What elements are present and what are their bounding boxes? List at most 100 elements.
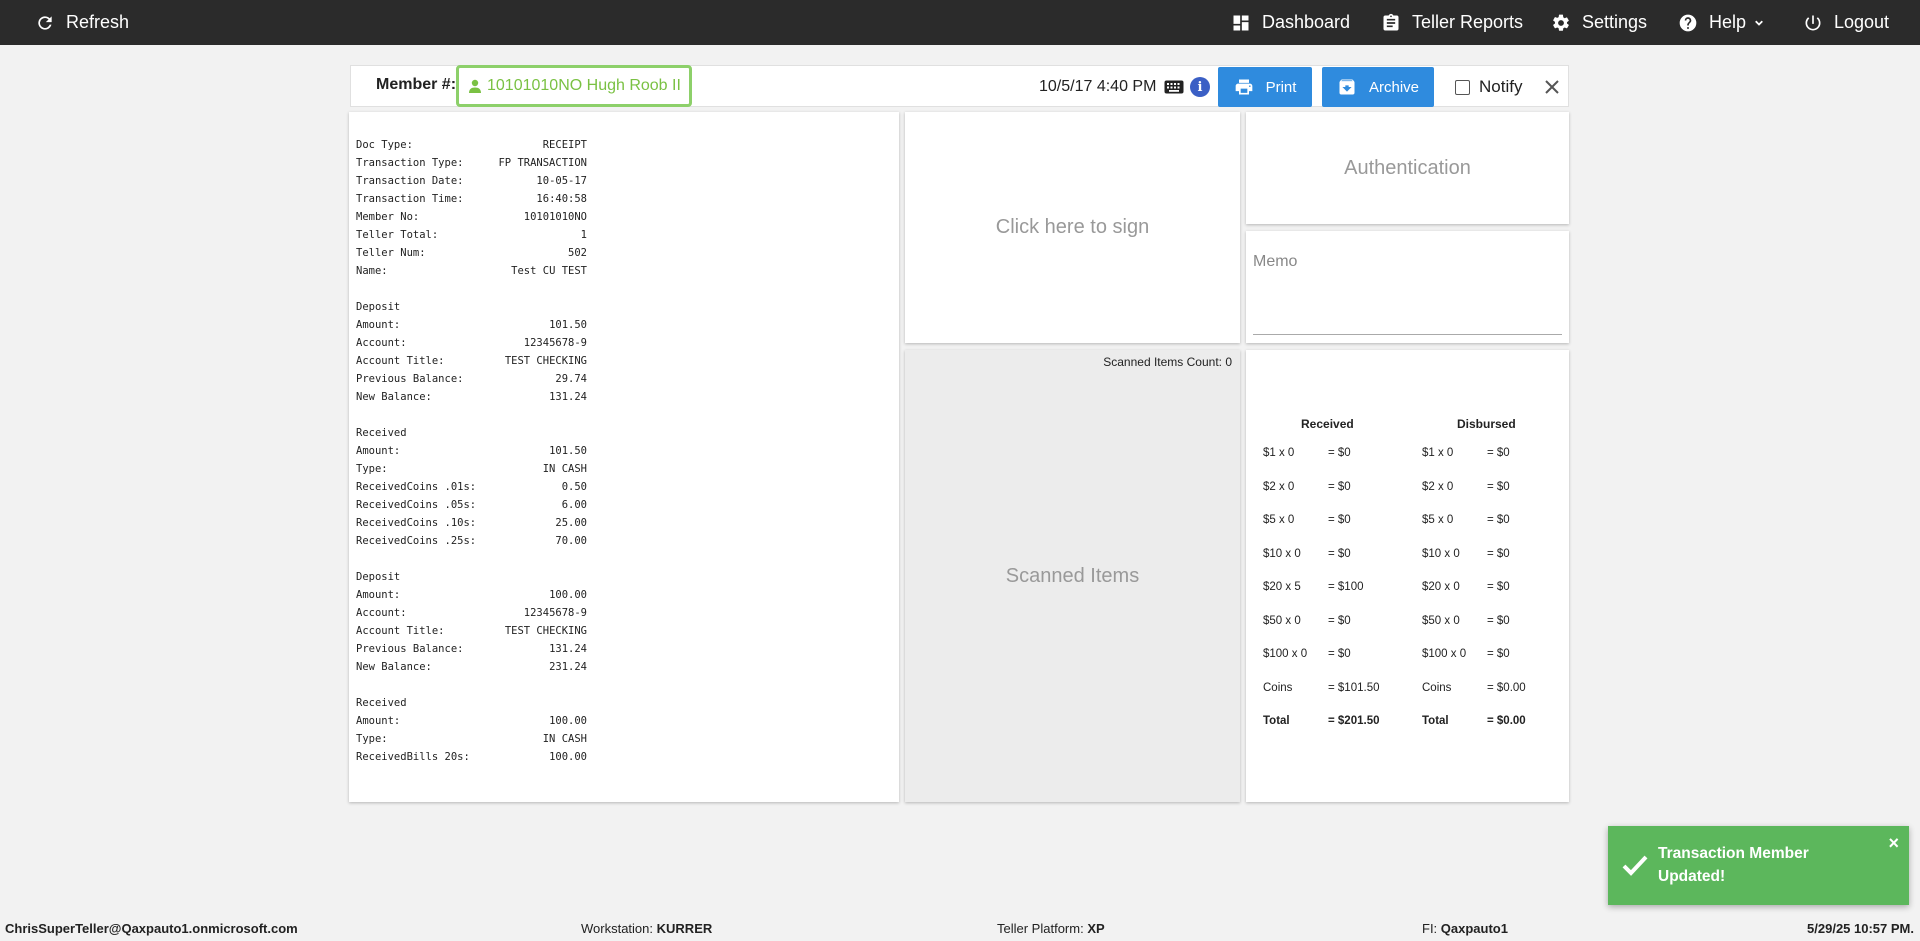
refresh-button[interactable]: Refresh xyxy=(34,0,129,45)
toast-message: Transaction Member Updated! xyxy=(1658,845,1809,885)
receipt-line: Amount: 101.50 xyxy=(356,442,587,460)
disbursed-header: Disbursed xyxy=(1457,417,1516,431)
cash-cell-r-total: = $0 xyxy=(1328,480,1351,493)
receipt-line-value: 29.74 xyxy=(555,373,587,385)
top-nav: Refresh Dashboard Teller Reports Setting… xyxy=(0,0,1920,45)
receipt-line: ReceivedCoins .05s: 6.00 xyxy=(356,496,587,514)
dashboard-link[interactable]: Dashboard xyxy=(1230,0,1350,45)
member-label: Member #: xyxy=(376,76,457,93)
memo-field[interactable]: Memo xyxy=(1246,231,1569,343)
receipt-line-value: 1 xyxy=(580,229,587,241)
receipt-line: Received xyxy=(356,424,587,442)
receipt-line-value: 25.00 xyxy=(555,517,587,529)
cash-cell-d-denom: $20 x 0 xyxy=(1422,581,1460,593)
dashboard-label: Dashboard xyxy=(1262,12,1351,32)
receipt-line-label: Received xyxy=(356,697,407,709)
receipt-line: Previous Balance: 29.74 xyxy=(356,370,587,388)
receipt-line: Account Title: TEST CHECKING xyxy=(356,622,587,640)
receipt-line-label: Name: xyxy=(356,265,388,277)
dashboard-icon xyxy=(1230,12,1252,34)
receipt-line-value: 100.00 xyxy=(549,751,587,763)
cash-cell-d-denom: $100 x 0 xyxy=(1422,648,1467,660)
teller-reports-label: Teller Reports xyxy=(1412,12,1524,32)
cash-cell-d-denom: $2 x 0 xyxy=(1422,480,1454,493)
status-fi: FI: Qaxpauto1 xyxy=(1422,921,1508,936)
receipt-line-label: Teller Total: xyxy=(356,229,439,241)
receipt-line-label: Previous Balance: xyxy=(356,373,464,385)
settings-link[interactable]: Settings xyxy=(1550,0,1647,45)
signature-prompt: Click here to sign xyxy=(995,216,1150,238)
question-icon xyxy=(1677,12,1699,34)
receipt-line-label: Deposit xyxy=(356,301,401,313)
close-icon[interactable] xyxy=(1542,77,1562,97)
cash-cell-d-denom: $10 x 0 xyxy=(1422,547,1460,560)
receipt-line-label: Amount: xyxy=(356,589,401,601)
notify-checkbox[interactable]: Notify xyxy=(1455,77,1522,97)
receipt-line-value: 6.00 xyxy=(561,499,587,511)
receipt-line-label: Transaction Date: xyxy=(356,175,464,187)
logout-label: Logout xyxy=(1834,12,1890,32)
info-icon[interactable]: i xyxy=(1190,77,1210,97)
receipt-line-label: Amount: xyxy=(356,445,401,457)
teller-reports-link[interactable]: Teller Reports xyxy=(1380,0,1523,45)
cash-breakdown-panel: Received Disbursed $1 x 0 = $0 $1 x 0 = $0 $… xyxy=(1246,350,1569,802)
cash-cell-r-denom: $10 x 0 xyxy=(1263,547,1301,560)
cash-cell-r-denom: $100 x 0 xyxy=(1263,648,1308,660)
refresh-icon xyxy=(34,12,56,34)
member-field[interactable]: 10101010NO Hugh Roob II xyxy=(456,65,692,107)
help-label: Help xyxy=(1709,12,1747,32)
receipt-line: Teller Total: 1 xyxy=(356,226,587,244)
cash-cell-d-denom: $5 x 0 xyxy=(1422,514,1454,526)
scanned-items-count: Scanned Items Count: 0 xyxy=(1103,355,1232,369)
archive-label: Archive xyxy=(1368,78,1420,96)
receipt-line-label: Account: xyxy=(356,607,407,619)
print-button[interactable]: Print xyxy=(1218,67,1312,107)
receipt-line-value: IN CASH xyxy=(542,733,587,745)
scanned-items-panel: Scanned Items Scanned Items Count: 0 xyxy=(905,350,1240,802)
cash-cell-r-denom: $5 x 0 xyxy=(1263,514,1295,526)
receipt-line: ReceivedCoins .10s: 25.00 xyxy=(356,514,587,532)
receipt-line-label: Amount: xyxy=(356,715,401,727)
receipt-line-value: 12345678-9 xyxy=(523,607,587,619)
receipt-line: Transaction Type: FP TRANSACTION xyxy=(356,154,587,172)
receipt-line: Name: Test CU TEST xyxy=(356,262,587,280)
cash-cell-d-total: = $0.00 xyxy=(1487,681,1526,694)
receipt-line: Transaction Time: 16:40:58 xyxy=(356,190,587,208)
cash-cell-r-total: = $0 xyxy=(1328,447,1351,459)
signature-pad[interactable]: Click here to sign xyxy=(905,112,1240,343)
receipt-line: Account Title: TEST CHECKING xyxy=(356,352,587,370)
cash-cell-d-denom: $1 x 0 xyxy=(1422,447,1454,459)
authentication-panel[interactable]: Authentication xyxy=(1246,112,1569,224)
logout-link[interactable]: Logout xyxy=(1802,0,1889,45)
cash-cell-d-denom: Total xyxy=(1422,715,1449,727)
keyboard-icon[interactable] xyxy=(1164,79,1184,95)
receipt-line-label: ReceivedCoins .05s: xyxy=(356,499,477,511)
receipt-line-label: Doc Type: xyxy=(356,139,413,151)
receipt-blank-line xyxy=(356,280,899,298)
cash-cell-r-total: = $0 xyxy=(1328,514,1351,526)
receipt-line-label: ReceivedCoins .25s: xyxy=(356,535,477,547)
memo-label: Memo xyxy=(1253,253,1298,270)
archive-button[interactable]: Archive xyxy=(1322,67,1434,107)
receipt-line-label: Type: xyxy=(356,733,388,745)
receipt-line: Amount: 100.00 xyxy=(356,712,587,730)
cash-cell-r-total: = $0 xyxy=(1328,547,1351,560)
cash-cell-r-denom: Total xyxy=(1263,715,1290,727)
receipt-line-value: 10101010NO xyxy=(523,211,587,223)
clipboard-icon xyxy=(1380,12,1402,34)
cash-cell-r-total: = $101.50 xyxy=(1328,681,1380,694)
receipt-line: Amount: 101.50 xyxy=(356,316,587,334)
member-value: 10101010NO Hugh Roob II xyxy=(487,77,681,94)
receipt-line-value: 10-05-17 xyxy=(536,175,587,187)
scanned-items-title: Scanned Items xyxy=(1005,564,1140,587)
receipt-panel: Doc Type: RECEIPT Transaction Type: FP TRAN… xyxy=(349,112,899,802)
checkbox-box[interactable] xyxy=(1455,79,1470,95)
help-menu[interactable]: Help xyxy=(1677,0,1766,45)
receipt-line: Received xyxy=(356,694,587,712)
receipt-line: Account: 12345678-9 xyxy=(356,334,587,352)
receipt-line: Type: IN CASH xyxy=(356,730,587,748)
gear-icon xyxy=(1550,12,1572,34)
toast-close-button[interactable]: × xyxy=(1888,833,1899,854)
receipt-line-label: Previous Balance: xyxy=(356,643,464,655)
authentication-label: Authentication xyxy=(1344,156,1471,179)
